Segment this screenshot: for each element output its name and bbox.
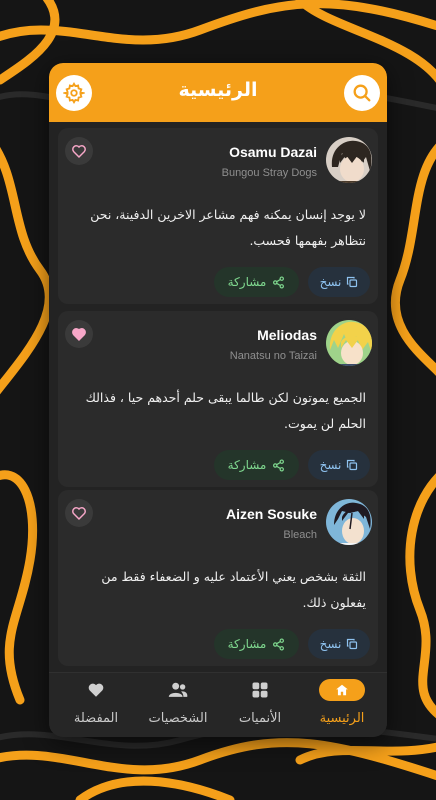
anime-title: Bleach [283, 529, 317, 541]
app-window: الرئيسية Osamu Dazai Bungou Stray Dogs ل… [49, 63, 387, 737]
nav-home[interactable]: الرئيسية [301, 679, 383, 735]
share-button[interactable]: مشاركة [214, 629, 299, 659]
character-name: Meliodas [257, 327, 317, 343]
copy-button[interactable]: نسخ [308, 629, 370, 659]
home-icon [336, 684, 348, 696]
character-name: Aizen Sosuke [225, 506, 317, 522]
header-bar: الرئيسية [49, 63, 387, 122]
copy-button[interactable]: نسخ [308, 267, 370, 297]
favorite-button[interactable] [65, 137, 93, 165]
page-title: الرئيسية [178, 79, 258, 101]
nav-characters[interactable]: الشخصيات [137, 679, 219, 735]
people-icon [168, 682, 188, 697]
favorite-button[interactable] [65, 320, 93, 348]
nav-animes-label: الأنميات [238, 711, 282, 726]
share-button[interactable]: مشاركة [214, 450, 299, 480]
anime-title: Bungou Stray Dogs [221, 167, 317, 179]
bottom-nav: الرئيسية الأنميات الشخصيات المفضلة [49, 672, 387, 737]
share-button[interactable]: مشاركة [214, 267, 299, 297]
nav-favorites[interactable]: المفضلة [55, 679, 137, 735]
share-label: مشاركة [227, 275, 267, 289]
character-name: Osamu Dazai [229, 144, 317, 160]
heart-icon [88, 683, 104, 697]
heart-filled-icon [72, 328, 86, 342]
search-button[interactable] [344, 75, 380, 111]
copy-icon [347, 459, 358, 471]
quote-card: Meliodas Nanatsu no Taizai الجميع يموتون… [58, 311, 378, 487]
avatar [324, 135, 374, 185]
search-icon [353, 84, 371, 102]
share-label: مشاركة [227, 637, 267, 651]
share-icon [273, 458, 285, 472]
copy-button[interactable]: نسخ [308, 450, 370, 480]
quote-text: الجميع يموتون لكن طالما يبقى حلم أحدهم ح… [85, 390, 366, 431]
quote-card: Aizen Sosuke Bleach الثقة بشخص يعني الأع… [58, 490, 378, 666]
share-icon [273, 637, 285, 651]
share-label: مشاركة [227, 458, 267, 472]
quote-card: Osamu Dazai Bungou Stray Dogs لا يوجد إن… [58, 128, 378, 304]
copy-icon [347, 276, 358, 288]
anime-title: Nanatsu no Taizai [229, 350, 317, 362]
nav-animes[interactable]: الأنميات [219, 679, 301, 735]
quote-text: الثقة بشخص يعني الأعتماد عليه و الضعفاء … [101, 569, 366, 610]
avatar [324, 318, 374, 368]
nav-favorites-label: المفضلة [73, 711, 119, 726]
nav-characters-label: الشخصيات [148, 711, 208, 726]
nav-home-label: الرئيسية [319, 711, 365, 726]
heart-outline-icon [72, 145, 86, 159]
copy-label: نسخ [319, 458, 342, 472]
avatar [324, 497, 374, 547]
copy-label: نسخ [319, 275, 342, 289]
grid-icon [252, 682, 268, 698]
heart-outline-icon [72, 507, 86, 521]
share-icon [273, 275, 285, 289]
copy-icon [347, 638, 358, 650]
favorite-button[interactable] [65, 499, 93, 527]
quote-text: لا يوجد إنسان يمكنه فهم مشاعر الاخرين ال… [90, 207, 366, 248]
home-pill [319, 679, 365, 701]
copy-label: نسخ [319, 637, 342, 651]
